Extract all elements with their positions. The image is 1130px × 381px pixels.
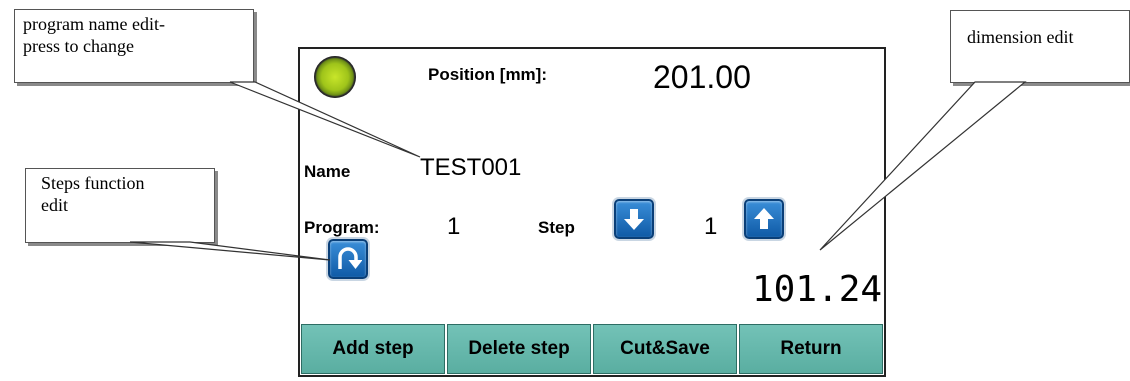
arrow-up-icon [754,208,774,229]
steps-function-button[interactable] [328,239,368,279]
hmi-screen: Position [mm]: 201.00 Name TEST001 Progr… [298,47,886,377]
add-step-button[interactable]: Add step [301,324,445,374]
position-label: Position [mm]: [428,65,547,84]
dimension-callout: dimension edit [950,10,1130,83]
program-number: 1 [447,213,461,240]
steps-callout-line1: Steps function [41,173,145,193]
step-label: Step [538,218,575,237]
step-number: 1 [704,213,718,240]
loop-arrow-icon [338,247,362,269]
status-led-icon [314,56,356,98]
step-up-button[interactable] [744,199,784,239]
delete-step-button[interactable]: Delete step [447,324,591,374]
program-name-callout-line1: program name edit- [23,14,165,34]
cut-save-button[interactable]: Cut&Save [593,324,737,374]
steps-function-callout: Steps function edit [25,168,215,243]
program-label: Program: [304,218,380,237]
dimension-field[interactable]: 101.24 [752,269,882,310]
name-label: Name [304,162,351,181]
program-name-field[interactable]: TEST001 [420,154,521,182]
steps-callout-line2: edit [41,194,68,215]
return-button[interactable]: Return [739,324,883,374]
arrow-down-icon [624,209,644,230]
step-down-button[interactable] [614,199,654,239]
position-value: 201.00 [653,59,751,95]
program-name-callout-line2: press to change [23,35,134,56]
dimension-callout-text: dimension edit [967,27,1074,47]
program-name-callout: program name edit- press to change [14,9,254,83]
function-key-bar: Add step Delete step Cut&Save Return [300,323,884,375]
